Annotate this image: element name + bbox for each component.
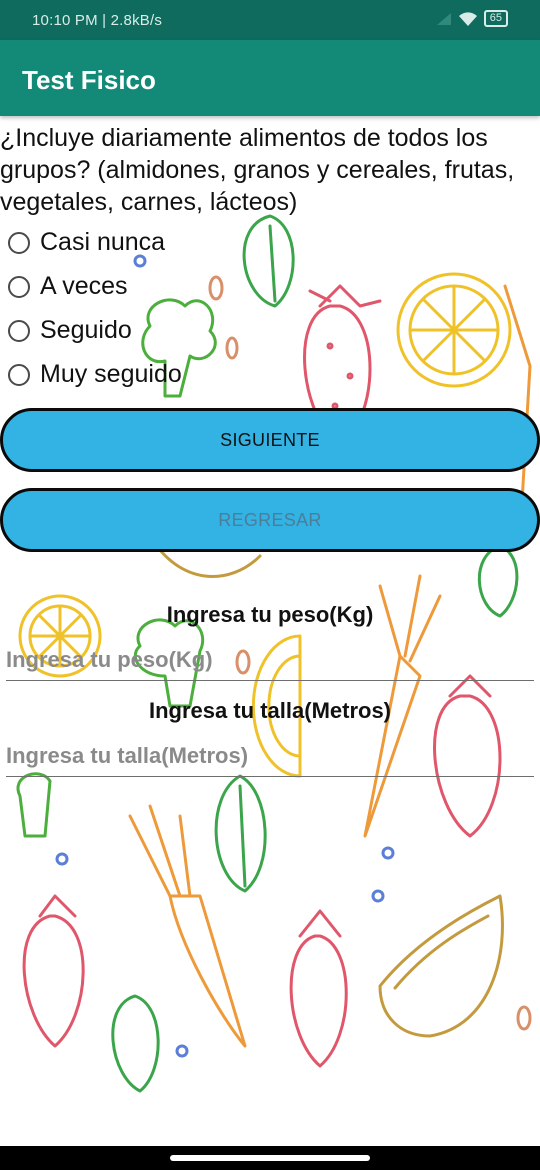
height-label: Ingresa tu talla(Metros) <box>148 698 392 723</box>
option-muy-seguido[interactable]: Muy seguido <box>8 360 182 389</box>
option-label: Muy seguido <box>40 360 182 388</box>
form-content: ¿Incluye diariamente alimentos de todos … <box>0 116 540 1146</box>
signal-icon <box>436 12 451 25</box>
option-label: Seguido <box>40 316 132 344</box>
app-title: Test Fisico <box>22 65 156 95</box>
radio-button-icon[interactable] <box>8 363 30 386</box>
battery-icon: 65 <box>483 10 508 27</box>
wifi-icon <box>458 11 477 26</box>
option-seguido[interactable]: Seguido <box>8 316 132 345</box>
option-label: Casi nunca <box>40 228 166 256</box>
radio-button-icon[interactable] <box>8 275 30 298</box>
next-button[interactable]: SIGUIENTE <box>0 408 540 472</box>
home-indicator[interactable] <box>170 1155 370 1161</box>
app-bar: Test Fisico <box>0 40 540 116</box>
option-label: A veces <box>40 272 128 300</box>
height-input[interactable]: Ingresa tu talla(Metros) <box>6 736 534 777</box>
status-time-speed: 10:10 PM | 2.8kB/s <box>32 12 163 29</box>
weight-placeholder: Ingresa tu peso(Kg) <box>6 647 213 672</box>
option-a-veces[interactable]: A veces <box>8 272 128 301</box>
option-casi-nunca[interactable]: Casi nunca <box>8 228 165 257</box>
weight-input[interactable]: Ingresa tu peso(Kg) <box>6 640 534 681</box>
weight-label: Ingresa tu peso(Kg) <box>166 602 374 627</box>
radio-button-icon[interactable] <box>8 319 30 342</box>
back-button[interactable]: REGRESAR <box>0 488 540 552</box>
status-icons: 65 <box>436 10 508 27</box>
status-bar: 10:10 PM | 2.8kB/s 65 <box>0 0 540 40</box>
question-text: ¿Incluye diariamente alimentos de todos … <box>0 124 515 216</box>
radio-button-icon[interactable] <box>8 231 30 254</box>
height-placeholder: Ingresa tu talla(Metros) <box>6 743 249 768</box>
navigation-bar <box>0 1146 540 1170</box>
